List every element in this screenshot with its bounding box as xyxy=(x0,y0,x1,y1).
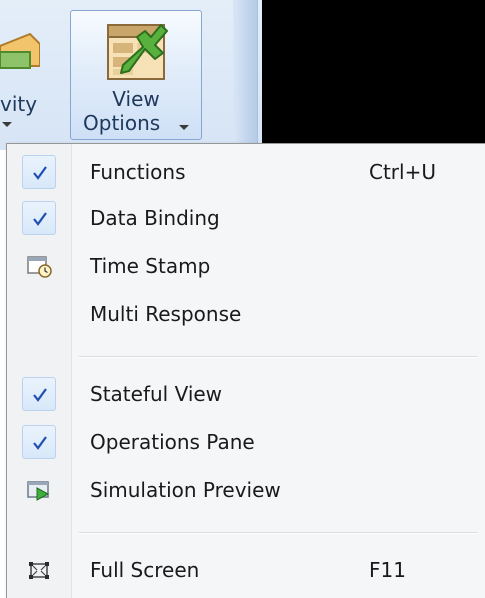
activity-icon xyxy=(0,32,40,69)
menu-item-label: Operations Pane xyxy=(90,430,255,454)
check-icon xyxy=(22,377,56,411)
check-icon xyxy=(22,201,56,235)
menu-item-multi-response[interactable]: Multi Response xyxy=(7,291,485,337)
menu-item-label: Stateful View xyxy=(90,382,223,406)
activity-label: vity xyxy=(0,92,38,116)
activity-dropdown-arrow-icon xyxy=(2,122,12,127)
menu-item-label: Time Stamp xyxy=(90,254,211,278)
view-options-menu: Functions Ctrl+U Data Binding Time Stamp… xyxy=(6,143,485,598)
canvas-area xyxy=(262,0,485,150)
menu-item-functions[interactable]: Functions Ctrl+U xyxy=(7,149,485,195)
activity-button[interactable]: vity xyxy=(0,6,62,136)
menu-item-label: Multi Response xyxy=(90,302,242,326)
view-options-label-line1: View xyxy=(112,87,160,111)
menu-item-data-binding[interactable]: Data Binding xyxy=(7,195,485,241)
menu-item-simulation-preview[interactable]: Simulation Preview xyxy=(7,467,485,513)
menu-separator xyxy=(79,356,477,358)
full-screen-icon xyxy=(22,553,56,587)
view-options-label-line2: Options xyxy=(83,111,161,135)
menu-item-full-screen[interactable]: Full Screen F11 xyxy=(7,547,485,593)
check-icon xyxy=(22,155,56,189)
ribbon: vity View Options xyxy=(0,0,485,150)
menu-item-label: Data Binding xyxy=(90,206,220,230)
check-icon xyxy=(22,425,56,459)
view-options-icon xyxy=(107,24,168,80)
menu-item-shortcut: Ctrl+U xyxy=(369,160,436,184)
ribbon-group-separator xyxy=(233,0,258,150)
menu-separator xyxy=(79,532,477,534)
menu-item-operations-pane[interactable]: Operations Pane xyxy=(7,419,485,465)
menu-item-label: Simulation Preview xyxy=(90,478,281,502)
menu-item-stateful-view[interactable]: Stateful View xyxy=(7,371,485,417)
menu-item-time-stamp[interactable]: Time Stamp xyxy=(7,243,485,289)
menu-item-label: Functions xyxy=(90,160,186,184)
view-options-button[interactable]: View Options xyxy=(70,10,202,140)
menu-item-label: Full Screen xyxy=(90,558,200,582)
view-options-dropdown-arrow-icon xyxy=(179,125,189,130)
time-stamp-icon xyxy=(22,249,56,283)
simulation-preview-icon xyxy=(22,473,56,507)
menu-item-shortcut: F11 xyxy=(369,558,406,582)
